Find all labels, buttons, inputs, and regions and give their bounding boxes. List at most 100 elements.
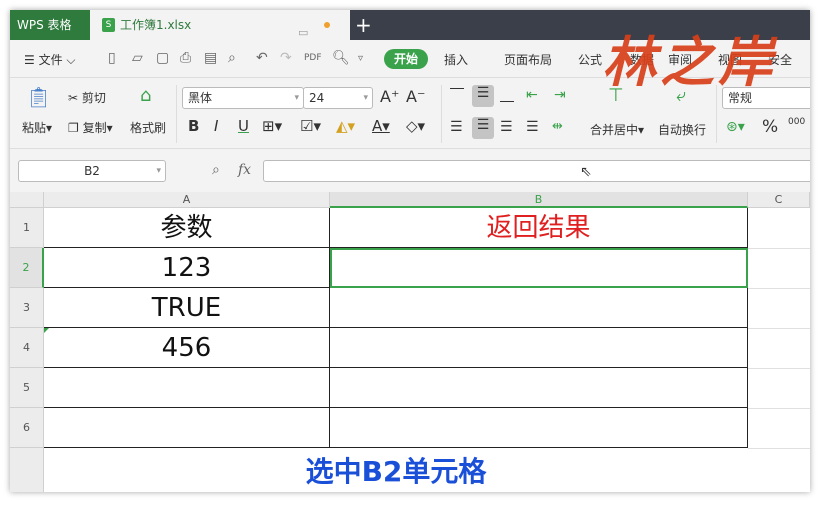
align-right-icon[interactable]: ☰ <box>500 119 513 135</box>
percent-button[interactable]: % <box>762 117 778 137</box>
unsaved-dot-icon <box>324 22 330 28</box>
row-header-3[interactable]: 3 <box>10 288 44 328</box>
font-size: 24 <box>309 91 325 105</box>
row-header-7[interactable] <box>10 448 44 492</box>
increase-font-icon[interactable]: A⁺ <box>380 87 399 106</box>
select-all-corner[interactable] <box>10 192 44 208</box>
divider <box>176 85 177 143</box>
file-menu[interactable]: ☰ 文件 ⌵ <box>24 51 76 68</box>
merge-center-button[interactable]: 合并居中▾ <box>590 121 644 138</box>
mouse-cursor-icon: ⇖ <box>580 164 592 180</box>
format-painter-icon[interactable]: ⌂ <box>140 85 151 106</box>
thousands-icon[interactable]: 000 <box>788 117 805 127</box>
gridline <box>748 368 810 369</box>
formula-bar: B2 ▾ ⌕ fx ⇖ <box>10 150 810 192</box>
new-icon[interactable]: ▯ <box>108 50 116 66</box>
decrease-indent-icon[interactable]: ⇤ <box>526 87 538 103</box>
row-header-5[interactable]: 5 <box>10 368 44 408</box>
cell-a1[interactable]: 参数 <box>44 208 330 248</box>
cut-button[interactable]: ✂ 剪切 <box>68 89 106 106</box>
tab-formulas[interactable]: 公式 <box>578 51 602 68</box>
export-pdf-icon[interactable]: PDF <box>304 53 322 63</box>
wps-window: WPS 表格 S 工作簿1.xlsx ▭ + ☰ 文件 ⌵ ▯ ▱ ▢ ⎙ ▤ … <box>10 10 810 492</box>
gridline <box>748 248 810 249</box>
decrease-font-icon[interactable]: A⁻ <box>406 87 425 106</box>
open-icon[interactable]: ▱ <box>132 50 143 66</box>
row-header-1[interactable]: 1 <box>10 208 44 248</box>
align-middle-icon[interactable]: ☰ <box>472 85 494 107</box>
increase-indent-icon[interactable]: ⇥ <box>554 87 566 103</box>
cell-a2[interactable]: 123 <box>44 248 330 288</box>
tab-page-layout[interactable]: 页面布局 <box>504 51 552 68</box>
italic-button[interactable]: I <box>214 117 218 135</box>
bold-button[interactable]: B <box>188 117 199 135</box>
align-bottom-icon[interactable]: ⎽ <box>500 87 514 103</box>
format-painter-button[interactable]: 格式刷 <box>130 119 166 136</box>
spreadsheet-grid: A B C 1 2 3 4 5 6 参数 返回结果 123 TRUE 456 选… <box>10 192 810 492</box>
borders-icon[interactable]: ⊞▾ <box>262 117 282 135</box>
file-label: 文件 <box>38 53 63 67</box>
column-header-c[interactable]: C <box>748 192 810 208</box>
justify-icon[interactable]: ☰ <box>526 119 539 135</box>
cell-b5[interactable] <box>330 368 748 408</box>
document-tab[interactable]: S 工作簿1.xlsx ▭ <box>90 10 350 40</box>
signature-watermark: 林之岸 <box>602 30 776 94</box>
tab-insert[interactable]: 插入 <box>444 51 468 68</box>
cut-label: 剪切 <box>81 91 106 105</box>
new-tab-button[interactable]: + <box>355 10 372 40</box>
underline-button[interactable]: U <box>238 117 249 135</box>
align-top-icon[interactable]: ⎺ <box>450 87 464 103</box>
paste-icon[interactable]: 📋︎ <box>26 85 51 109</box>
align-left-icon[interactable]: ☰ <box>450 119 463 135</box>
search-icon[interactable]: 🔍︎ <box>332 50 350 66</box>
redo-icon[interactable]: ↷ <box>280 50 292 66</box>
cell-a3[interactable]: TRUE <box>44 288 330 328</box>
paste-label: 粘贴 <box>22 121 47 135</box>
cell-a6[interactable] <box>44 408 330 448</box>
gridline <box>748 408 810 409</box>
cell-b6[interactable] <box>330 408 748 448</box>
distribute-icon[interactable]: ⇹ <box>552 119 563 134</box>
cell-b3[interactable] <box>330 288 748 328</box>
merge-label: 合并居中 <box>590 123 639 137</box>
more-icon[interactable]: ▿ <box>358 53 363 64</box>
function-button[interactable]: fx <box>238 162 251 178</box>
copy-label: 复制 <box>82 121 107 135</box>
gridline <box>748 288 810 289</box>
cell-b2-selected[interactable] <box>330 248 748 288</box>
cell-a5[interactable] <box>44 368 330 408</box>
fill-color-icon[interactable]: ◭▾ <box>336 117 355 135</box>
spreadsheet-icon: S <box>102 18 115 32</box>
align-center-icon[interactable]: ☰ <box>472 117 494 139</box>
gridline <box>748 448 810 449</box>
wrap-text-button[interactable]: 自动换行 <box>658 121 706 138</box>
paste-button[interactable]: 粘贴▾ <box>22 119 52 136</box>
font-name-select[interactable]: 黑体 ▾ <box>182 87 304 109</box>
font-size-select[interactable]: 24 ▾ <box>303 87 373 109</box>
cell-style-icon[interactable]: ☑▾ <box>300 117 321 135</box>
cell-b4[interactable] <box>330 328 748 368</box>
row-header-6[interactable]: 6 <box>10 408 44 448</box>
currency-icon[interactable]: ⊛▾ <box>726 119 745 135</box>
font-name: 黑体 <box>188 91 213 105</box>
clear-icon[interactable]: ◇▾ <box>406 117 425 135</box>
save-icon[interactable]: ▢ <box>156 50 169 66</box>
row-header-4[interactable]: 4 <box>10 328 44 368</box>
column-header-a[interactable]: A <box>44 192 330 208</box>
print-icon[interactable]: ⎙ <box>180 50 191 66</box>
cell-a4[interactable]: 456 <box>44 328 330 368</box>
tab-start[interactable]: 开始 <box>384 49 428 69</box>
cell-b1[interactable]: 返回结果 <box>330 208 748 248</box>
column-header-b[interactable]: B <box>330 192 748 208</box>
print-preview-icon[interactable]: ▤ <box>204 50 217 66</box>
zoom-icon[interactable]: ⌕ <box>212 162 220 178</box>
formula-input[interactable] <box>263 160 810 182</box>
row-header-2[interactable]: 2 <box>10 248 44 288</box>
scissors-icon: ✂ <box>68 91 79 105</box>
undo-icon[interactable]: ↶ <box>256 50 268 66</box>
font-color-icon[interactable]: A▾ <box>372 117 390 135</box>
copy-button[interactable]: ❐ 复制▾ <box>68 119 113 136</box>
name-box[interactable]: B2 ▾ <box>18 160 166 182</box>
preview-icon[interactable]: ⌕ <box>228 50 236 66</box>
app-tab[interactable]: WPS 表格 <box>10 10 90 40</box>
